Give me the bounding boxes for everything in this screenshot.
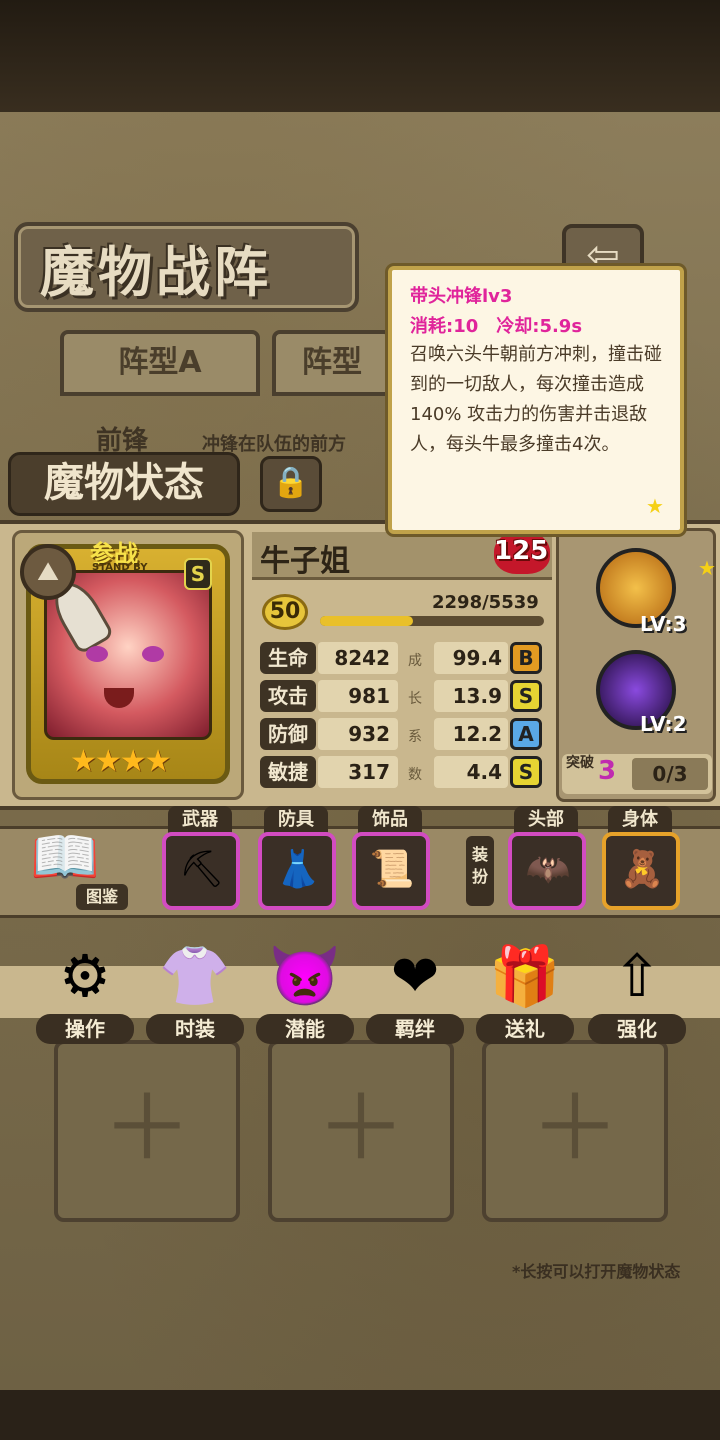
star-rating: ★★★★ bbox=[70, 744, 172, 779]
weapon-label: 武器 bbox=[168, 806, 232, 834]
sparkle-icon: ★ bbox=[646, 494, 664, 518]
action-icon[interactable]: 👿 bbox=[260, 932, 350, 1020]
accessory-label: 饰品 bbox=[358, 806, 422, 834]
breakthrough-count: 3 bbox=[598, 756, 617, 786]
stat-label: 攻击 bbox=[260, 680, 316, 712]
costume-icon: 🧸 bbox=[619, 849, 665, 890]
status-title: 魔物状态 bbox=[8, 452, 240, 516]
book-icon[interactable]: 📖 bbox=[30, 826, 126, 890]
formation-slot-2[interactable]: ＋ bbox=[268, 1040, 454, 1222]
monster-name: 牛子姐 bbox=[260, 544, 350, 579]
top-border bbox=[0, 0, 720, 120]
breakthrough-progress[interactable]: 0/3 bbox=[632, 758, 708, 790]
stat-value: 932 bbox=[318, 718, 398, 750]
grade-badge: B bbox=[510, 642, 542, 674]
stat-value: 317 bbox=[318, 756, 398, 788]
stat-value: 981 bbox=[318, 680, 398, 712]
stat-label: 生命 bbox=[260, 642, 316, 674]
growth-label-char: 成 bbox=[408, 653, 422, 669]
action-icon[interactable]: ⇧ bbox=[592, 932, 682, 1020]
tooltip-description: 召唤六头牛朝前方冲刺，撞击碰到的一切敌人，每次撞击造成140% 攻击力的伤害并击… bbox=[410, 344, 662, 455]
action-button[interactable]: 羁绊 bbox=[366, 1014, 464, 1044]
scroll-icon: 📜 bbox=[369, 849, 415, 890]
level-badge: 50 bbox=[262, 594, 308, 630]
action-icon[interactable]: ❤ bbox=[370, 932, 460, 1020]
growth-label-char: 长 bbox=[408, 691, 422, 707]
body-label: 身体 bbox=[608, 806, 672, 834]
lock-icon: 🔒 bbox=[272, 465, 310, 500]
growth-label-char: 数 bbox=[408, 767, 422, 783]
sparkle-icon: ★ bbox=[698, 556, 716, 580]
type-icon: ⛰ bbox=[20, 544, 76, 600]
standby-sub: STAND BY bbox=[92, 562, 148, 573]
grade-badge: S bbox=[510, 756, 542, 788]
tab-formation-b[interactable]: 阵型 bbox=[272, 330, 392, 396]
action-button[interactable]: 时装 bbox=[146, 1014, 244, 1044]
grade-badge: A bbox=[510, 718, 542, 750]
action-button[interactable]: 强化 bbox=[588, 1014, 686, 1044]
dressup-label: 装扮 bbox=[466, 836, 494, 906]
bottom-border bbox=[0, 1390, 720, 1440]
bat-icon: 🦇 bbox=[525, 849, 571, 890]
lock-button[interactable]: 🔒 bbox=[260, 456, 322, 512]
action-button[interactable]: 操作 bbox=[36, 1014, 134, 1044]
armor-label: 防具 bbox=[264, 806, 328, 834]
tooltip-cost: 消耗:10 冷却:5.9s bbox=[410, 316, 583, 337]
eye-left bbox=[86, 646, 108, 662]
action-icon[interactable]: 🎁 bbox=[480, 932, 570, 1020]
stat-value: 8242 bbox=[318, 642, 398, 674]
growth-value: 13.9 bbox=[434, 680, 508, 712]
stat-label: 防御 bbox=[260, 718, 316, 750]
action-icon[interactable]: 👚 bbox=[150, 932, 240, 1020]
exp-bar-fill bbox=[320, 616, 413, 626]
formation-slot-1[interactable]: ＋ bbox=[54, 1040, 240, 1222]
long-press-hint: *长按可以打开魔物状态 bbox=[512, 1262, 681, 1281]
growth-label-char: 系 bbox=[408, 729, 422, 745]
growth-value: 99.4 bbox=[434, 642, 508, 674]
page-title: 魔物战阵 bbox=[40, 240, 272, 304]
stat-label: 敏捷 bbox=[260, 756, 316, 788]
skill-2-level: LV:2 bbox=[640, 712, 687, 736]
eye-right bbox=[142, 646, 164, 662]
formation-slot-3[interactable]: ＋ bbox=[482, 1040, 668, 1222]
action-button[interactable]: 潜能 bbox=[256, 1014, 354, 1044]
power-value: 125 bbox=[494, 536, 549, 566]
skill-1-level: LV:3 bbox=[640, 612, 687, 636]
action-button[interactable]: 送礼 bbox=[476, 1014, 574, 1044]
action-icon[interactable]: ⚙ bbox=[40, 932, 130, 1020]
grade-badge: S bbox=[510, 680, 542, 712]
rank-badge: S bbox=[184, 558, 212, 590]
tab-formation-a[interactable]: 阵型A bbox=[60, 330, 260, 396]
growth-value: 4.4 bbox=[434, 756, 508, 788]
exp-text: 2298/5539 bbox=[432, 592, 539, 613]
dress-icon: 👗 bbox=[275, 849, 321, 890]
pickaxe-icon: ⛏ bbox=[179, 849, 225, 890]
head-label: 头部 bbox=[514, 806, 578, 834]
growth-value: 12.2 bbox=[434, 718, 508, 750]
tooltip-skill-name: 带头冲锋lv3 bbox=[410, 286, 513, 307]
codex-button[interactable]: 图鉴 bbox=[76, 884, 128, 910]
breakthrough-label: 突破 bbox=[566, 755, 594, 771]
